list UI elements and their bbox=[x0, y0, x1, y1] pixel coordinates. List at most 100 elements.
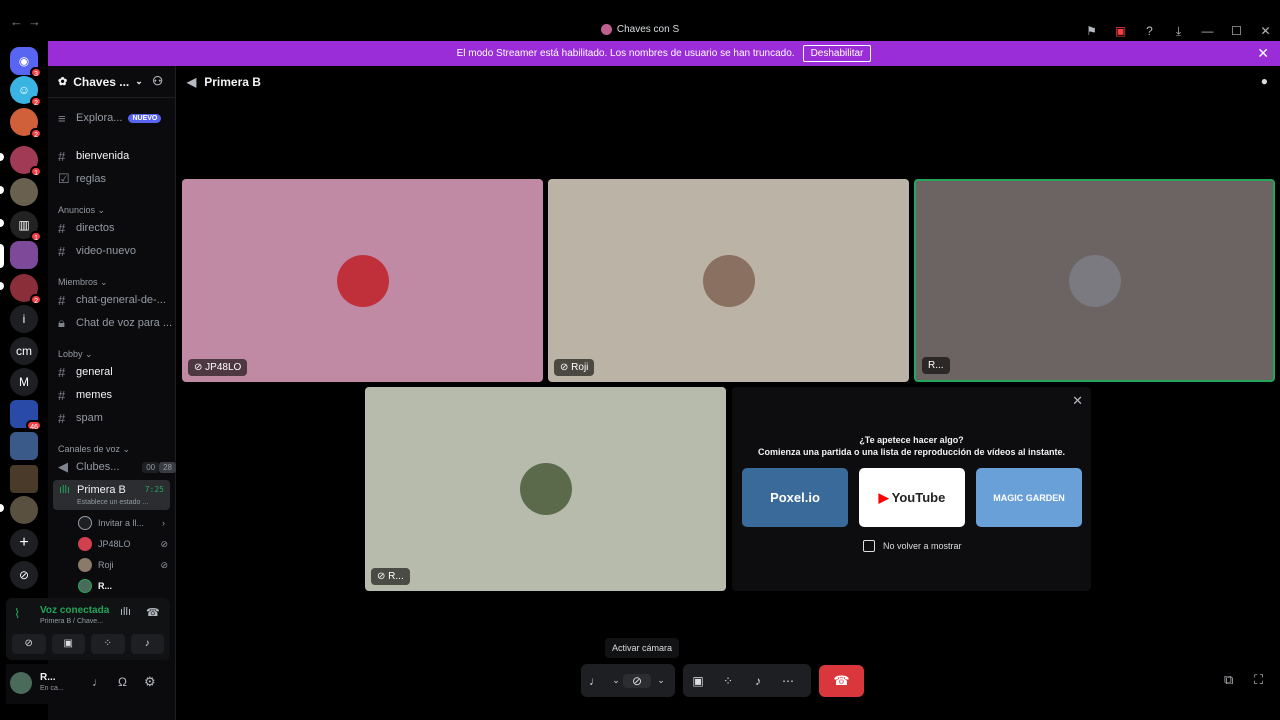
server-avatar[interactable] bbox=[10, 496, 38, 524]
activities-icon[interactable]: ⁘ bbox=[91, 634, 125, 654]
activities-icon[interactable]: ⁘ bbox=[713, 674, 743, 688]
hash-icon: # bbox=[58, 220, 66, 236]
help-icon[interactable]: ? bbox=[1135, 24, 1164, 38]
category-voz[interactable]: Canales de voz ⌄ bbox=[58, 444, 130, 455]
channel-directos[interactable]: # directos bbox=[58, 218, 115, 238]
add-server-icon[interactable]: + bbox=[10, 529, 38, 557]
activity-card-youtube[interactable]: ▶ YouTube bbox=[859, 468, 965, 527]
minimize-icon[interactable]: — bbox=[1193, 24, 1222, 38]
member-name: R... bbox=[98, 581, 113, 591]
discord-home-icon[interactable]: ◉ 3 bbox=[10, 47, 42, 78]
server-avatar[interactable]: cm bbox=[10, 337, 38, 365]
dont-show-checkbox[interactable]: No volver a mostrar bbox=[863, 540, 962, 552]
video-tile[interactable]: ⊘ JP48LO bbox=[182, 179, 543, 382]
flag-icon[interactable]: ⚑ bbox=[1077, 24, 1106, 38]
hash-icon: # bbox=[58, 243, 66, 259]
disconnect-button[interactable]: ☎︎ bbox=[819, 665, 864, 697]
server-avatar[interactable] bbox=[10, 432, 38, 460]
inbox-icon[interactable]: ▣ bbox=[1106, 24, 1135, 38]
channel-chat-general[interactable]: # chat-general-de-... bbox=[58, 290, 166, 310]
microphone-icon[interactable]: ♩ bbox=[581, 674, 609, 688]
popout-icon[interactable]: ⧉ bbox=[1224, 672, 1233, 688]
avatar[interactable] bbox=[10, 672, 32, 694]
chevron-down-icon: ⌄ bbox=[135, 76, 143, 86]
server-avatar[interactable]: ▥ 1 bbox=[10, 211, 42, 242]
badge: 2 bbox=[30, 96, 42, 107]
hash-icon: # bbox=[58, 410, 66, 426]
server-avatar-selected[interactable] bbox=[10, 241, 38, 269]
category-lobby[interactable]: Lobby ⌄ bbox=[58, 349, 93, 360]
download-icon[interactable]: ⤓ bbox=[1164, 24, 1193, 39]
soundboard-icon[interactable]: ♪ bbox=[130, 634, 164, 654]
video-tile-speaking[interactable]: R... bbox=[914, 179, 1275, 382]
more-icon[interactable]: ⋯ bbox=[773, 674, 803, 688]
close-icon[interactable]: ✕ bbox=[1072, 393, 1083, 409]
server-avatar[interactable]: 1 bbox=[10, 146, 42, 177]
screen-share-icon[interactable]: ▣ bbox=[683, 674, 713, 688]
voice-channel-path[interactable]: Primera B / Chave... bbox=[40, 618, 103, 625]
headphones-icon[interactable]: Ω bbox=[118, 675, 127, 689]
noise-suppression-icon[interactable]: ıllı bbox=[120, 606, 131, 618]
avatar bbox=[1068, 254, 1121, 307]
channel-spam[interactable]: # spam bbox=[58, 408, 103, 428]
camera-off-icon[interactable]: ⊘ bbox=[12, 634, 46, 654]
channel-video-nuevo[interactable]: # video-nuevo bbox=[58, 241, 136, 261]
chevron-down-icon[interactable]: ⌄ bbox=[609, 675, 623, 686]
rules-icon: ☑ bbox=[58, 171, 70, 186]
maximize-icon[interactable]: ☐ bbox=[1222, 24, 1251, 38]
channel-reglas[interactable]: ☑ reglas bbox=[58, 169, 106, 189]
category-anuncios[interactable]: Anuncios ⌄ bbox=[58, 205, 105, 216]
checkbox[interactable] bbox=[863, 540, 875, 552]
channel-bienvenida[interactable]: # bienvenida bbox=[58, 146, 129, 166]
disconnect-icon[interactable]: ☎︎ bbox=[146, 606, 160, 619]
channel-header: ◀︎ Primera B ● bbox=[177, 66, 1280, 98]
channel-memes[interactable]: # memes bbox=[58, 385, 112, 405]
banner-message: El modo Streamer está habilitado. Los no… bbox=[456, 48, 795, 59]
voice-member-self[interactable]: R... bbox=[78, 577, 112, 595]
gear-icon[interactable]: ⚙ bbox=[144, 674, 156, 690]
server-avatar[interactable]: i bbox=[10, 305, 38, 333]
tooltip: Activar cámara bbox=[605, 638, 680, 658]
screen-share-icon[interactable]: ▣ bbox=[51, 634, 85, 654]
activity-card-magic-garden[interactable]: MAGIC GARDEN bbox=[976, 468, 1082, 527]
fullscreen-icon[interactable]: ⛶ bbox=[1254, 672, 1263, 688]
category-miembros[interactable]: Miembros ⌄ bbox=[58, 277, 108, 288]
camera-off-icon[interactable]: ⊘ bbox=[623, 673, 651, 688]
disable-streamer-button[interactable]: Deshabilitar bbox=[802, 45, 872, 62]
channel-chat-de-voz[interactable]: 🔒︎ Chat de voz para ... bbox=[58, 313, 172, 333]
unread-pip bbox=[0, 153, 4, 161]
channel-general[interactable]: # general bbox=[58, 362, 113, 382]
invite-to-voice[interactable]: Invitar a ll... › bbox=[78, 514, 165, 532]
server-avatar[interactable]: ☺ 2 bbox=[10, 76, 42, 107]
channel-label: Primera B bbox=[77, 484, 126, 496]
soundboard-icon[interactable]: ♪ bbox=[743, 674, 773, 688]
tile-name: R... bbox=[922, 357, 950, 374]
voice-panel-buttons: ⊘ ▣ ⁘ ♪ bbox=[12, 634, 164, 654]
explore-label: Explora... bbox=[76, 112, 123, 124]
channel-title: Primera B bbox=[204, 75, 261, 89]
discover-icon[interactable]: ⊘ bbox=[10, 561, 38, 589]
banner-close-icon[interactable]: ✕ bbox=[1257, 45, 1269, 62]
server-avatar[interactable] bbox=[10, 465, 38, 493]
category-label: Miembros bbox=[58, 277, 98, 287]
explore-channels[interactable]: ≡ Explora... NUEVO bbox=[58, 108, 162, 128]
video-tile[interactable]: ⊘ R... bbox=[365, 387, 726, 591]
chevron-down-icon[interactable]: ⌄ bbox=[651, 675, 671, 686]
chat-icon[interactable]: ● bbox=[1261, 74, 1268, 88]
close-icon[interactable]: ✕ bbox=[1251, 24, 1280, 38]
server-avatar[interactable]: 46 bbox=[10, 400, 42, 431]
voice-member-roji[interactable]: Roji ⊘ bbox=[78, 556, 168, 574]
server-avatar[interactable] bbox=[10, 178, 38, 206]
voice-member-jp48lo[interactable]: JP48LO ⊘ bbox=[78, 535, 168, 553]
voice-channel-clubes[interactable]: ◀︎ Clubes... 00 28 bbox=[58, 457, 176, 477]
microphone-icon[interactable]: ♩ bbox=[92, 675, 104, 689]
server-avatar[interactable]: 2 bbox=[10, 274, 42, 305]
server-avatar[interactable]: M bbox=[10, 368, 38, 396]
server-avatar[interactable]: 2 bbox=[10, 108, 42, 139]
category-label: Canales de voz bbox=[58, 444, 121, 454]
server-header[interactable]: ✿ Chaves ... ⌄ ⚇ bbox=[48, 66, 175, 98]
activity-card-poxel[interactable]: Poxel.io bbox=[742, 468, 848, 527]
invite-user-icon[interactable]: ⚇ bbox=[152, 74, 163, 88]
video-tile[interactable]: ⊘ Roji bbox=[548, 179, 909, 382]
voice-channel-primera-b[interactable]: ıllı Primera B 7:25 Establece un estado … bbox=[53, 480, 170, 510]
